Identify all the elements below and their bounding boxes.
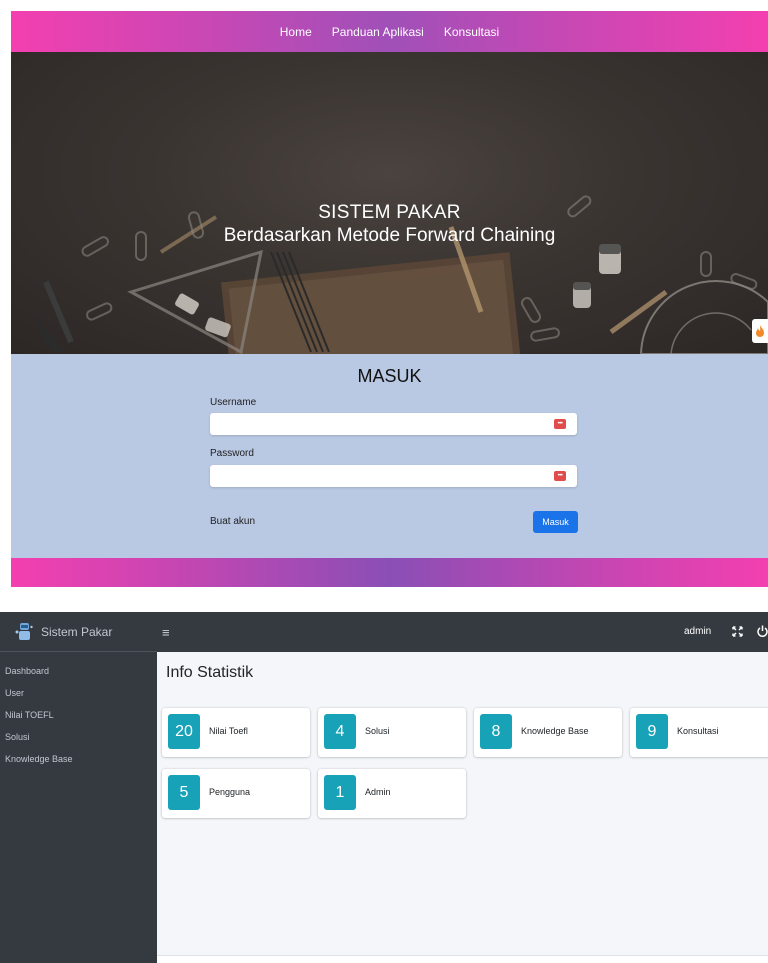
- sidebar: Sistem Pakar Dashboard User Nilai TOEFL …: [0, 612, 157, 963]
- password-label: Password: [210, 448, 254, 459]
- stat-label: Admin: [365, 787, 391, 797]
- stat-count: 4: [324, 714, 356, 749]
- main-content: Info Statistik 20 Nilai Toefl 4 Solusi 8…: [157, 652, 768, 963]
- stat-label: Nilai Toefl: [209, 726, 248, 736]
- hero-text: SISTEM PAKAR Berdasarkan Metode Forward …: [11, 202, 768, 248]
- password-input[interactable]: [210, 465, 577, 487]
- brand-name: Sistem Pakar: [41, 624, 113, 639]
- hamburger-icon[interactable]: ≡: [162, 625, 170, 640]
- stat-label: Pengguna: [209, 787, 251, 797]
- power-icon[interactable]: [757, 625, 768, 637]
- sidebar-item-solusi[interactable]: Solusi: [0, 726, 157, 748]
- stat-count: 1: [324, 775, 356, 810]
- brand-logo-icon: [15, 622, 33, 640]
- sidebar-item-nilai-toefl[interactable]: Nilai TOEFL: [0, 704, 157, 726]
- stat-card-knowledge-base[interactable]: 8 Knowledge Base: [474, 708, 622, 757]
- hero-banner: SISTEM PAKAR Berdasarkan Metode Forward …: [11, 52, 768, 354]
- footer-bar: [11, 558, 768, 587]
- sidebar-menu: Dashboard User Nilai TOEFL Solusi Knowle…: [0, 660, 157, 770]
- stat-label: Konsultasi: [677, 726, 719, 736]
- sidebar-item-dashboard[interactable]: Dashboard: [0, 660, 157, 682]
- nav-consultation-link[interactable]: Konsultasi: [444, 25, 499, 39]
- sidebar-item-user[interactable]: User: [0, 682, 157, 704]
- nav-home-link[interactable]: Home: [280, 25, 312, 39]
- topbar: ≡ admin: [157, 612, 768, 652]
- username-input[interactable]: [210, 413, 577, 435]
- admin-dashboard: Sistem Pakar Dashboard User Nilai TOEFL …: [0, 612, 768, 963]
- top-navigation: Home Panduan Aplikasi Konsultasi: [11, 11, 768, 52]
- password-manager-key-icon[interactable]: •••: [554, 419, 566, 429]
- stat-card-nilai-toefl[interactable]: 20 Nilai Toefl: [162, 708, 310, 757]
- current-user-name[interactable]: admin: [684, 626, 711, 637]
- hero-title: SISTEM PAKAR: [318, 202, 461, 223]
- username-label: Username: [210, 397, 257, 408]
- login-heading: MASUK: [357, 366, 422, 386]
- side-widget-tab[interactable]: [752, 319, 768, 343]
- stat-count: 5: [168, 775, 200, 810]
- expand-arrows-icon[interactable]: [732, 626, 743, 637]
- stat-count: 20: [168, 714, 200, 749]
- stat-card-solusi[interactable]: 4 Solusi: [318, 708, 466, 757]
- stat-label: Solusi: [365, 726, 390, 736]
- password-manager-key-icon-2[interactable]: •••: [554, 471, 566, 481]
- login-page: Home Panduan Aplikasi Konsultasi SISTEM …: [11, 11, 768, 587]
- stat-count: 8: [480, 714, 512, 749]
- content-footer: [157, 955, 768, 963]
- login-panel: MASUK Username ••• Password ••• Buat aku…: [11, 354, 768, 558]
- page-title: Info Statistik: [166, 664, 254, 681]
- nav-guide-link[interactable]: Panduan Aplikasi: [332, 25, 424, 39]
- brand[interactable]: Sistem Pakar: [0, 612, 157, 652]
- stat-card-konsultasi[interactable]: 9 Konsultasi: [630, 708, 768, 757]
- stat-count: 9: [636, 714, 668, 749]
- sidebar-item-knowledge-base[interactable]: Knowledge Base: [0, 748, 157, 770]
- login-submit-button[interactable]: Masuk: [533, 511, 578, 533]
- stat-label: Knowledge Base: [521, 726, 589, 736]
- stat-card-admin[interactable]: 1 Admin: [318, 769, 466, 818]
- stat-card-pengguna[interactable]: 5 Pengguna: [162, 769, 310, 818]
- flame-icon: [756, 325, 764, 337]
- create-account-link[interactable]: Buat akun: [210, 516, 255, 527]
- hero-subtitle: Berdasarkan Metode Forward Chaining: [223, 225, 556, 246]
